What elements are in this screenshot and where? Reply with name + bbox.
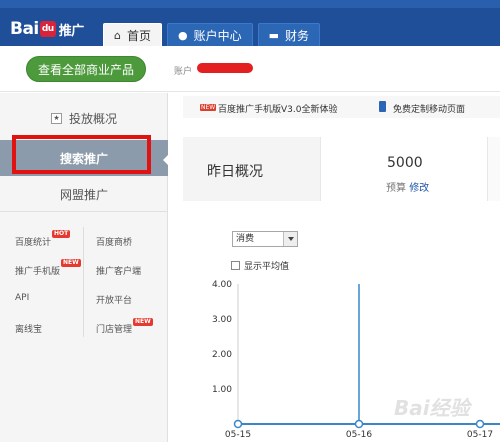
tab-label: 首页 [126, 28, 151, 43]
tab-account-center[interactable]: ● 账户中心 [167, 23, 253, 46]
tool-mobile-promotion[interactable]: 推广手机版 [15, 264, 60, 277]
active-arrow [163, 154, 169, 166]
y-tick-label: 4.00 [212, 280, 232, 290]
budget-label: 预算 修改 [386, 183, 430, 194]
edit-budget-link[interactable]: 修改 [409, 183, 429, 194]
data-point [233, 419, 243, 429]
watermark: Bai经验 [394, 396, 470, 420]
tab-finance[interactable]: ▬ 财务 [257, 23, 321, 46]
sidebar-item-label: 投放概况 [68, 111, 117, 126]
y-tick-label: 3.00 [212, 315, 232, 325]
highlight-box [12, 135, 151, 174]
user-icon: ● [178, 28, 188, 42]
tool-store-management[interactable]: 门店管理 [96, 322, 132, 335]
account-label: 账户 [174, 67, 193, 77]
x-tick-label: 05-16 [346, 430, 372, 440]
promo-bar: NEW 百度推广手机版V3.0全新体验 免费定制移动页面 [183, 96, 500, 118]
tool-promotion-client[interactable]: 推广客户端 [96, 264, 141, 277]
overview-panel: 昨日概况 5000 预算 修改 [183, 137, 500, 201]
tool-api[interactable]: API [15, 293, 29, 303]
budget-value: 5000 [387, 155, 423, 171]
tool-offline-bao[interactable]: 离线宝 [15, 322, 42, 335]
tool-baidu-stats[interactable]: 百度统计 [15, 235, 51, 248]
metric-select-value: 消费 [236, 234, 255, 244]
tab-label: 账户中心 [193, 28, 242, 43]
tab-home[interactable]: ⌂ 首页 [103, 23, 162, 46]
paw-icon: du [39, 21, 56, 37]
tool-open-platform[interactable]: 开放平台 [96, 293, 132, 306]
data-point [475, 419, 485, 429]
phone-icon [379, 101, 386, 112]
y-tick-label: 1.00 [212, 385, 232, 395]
x-tick-label: 05-15 [225, 430, 251, 440]
sidebar-item-network-promotion[interactable]: 网盟推广 [0, 176, 168, 212]
divider [83, 227, 84, 337]
star-icon: ★ [50, 112, 62, 124]
show-average-label: 显示平均值 [244, 262, 290, 272]
all-products-button[interactable]: 查看全部商业产品 [26, 56, 146, 82]
next-card-edge [487, 137, 500, 201]
account-name-redacted [197, 63, 253, 73]
card-icon: ▬ [268, 28, 280, 42]
hot-badge: HOT [52, 230, 71, 238]
y-tick-label: 2.00 [212, 350, 232, 360]
x-tick-label: 05-17 [467, 430, 493, 440]
data-point [354, 419, 364, 429]
chevron-down-icon [283, 232, 297, 246]
budget-card: 5000 预算 修改 [320, 137, 487, 201]
new-badge: NEW [61, 259, 81, 267]
mobile-v3-link[interactable]: 百度推广手机版V3.0全新体验 [218, 102, 337, 115]
sub-bar: 查看全部商业产品 账户 [0, 46, 500, 92]
overview-title: 昨日概况 [207, 164, 263, 180]
top-bar: Bai du 推广 ⌂ 首页 ● 账户中心 ▬ 财务 [0, 0, 500, 46]
tab-label: 财务 [285, 28, 310, 43]
show-average-checkbox[interactable] [231, 261, 240, 270]
sidebar-item-label: 网盟推广 [59, 187, 108, 202]
new-badge: NEW [133, 318, 153, 326]
new-tag: NEW [200, 104, 217, 111]
baidu-logo[interactable]: Bai du 推广 [10, 16, 84, 42]
sidebar-item-overview[interactable]: ★ 投放概况 [0, 100, 168, 136]
sidebar: ★ 投放概况 搜索推广 网盟推广 百度统计 HOT 百度商桥 推广手机版 NEW… [0, 93, 169, 442]
divider [0, 211, 167, 212]
metric-select[interactable]: 消费 [232, 231, 298, 247]
mobile-page-link[interactable]: 免费定制移动页面 [393, 102, 465, 115]
home-icon: ⌂ [114, 28, 121, 42]
tool-baidu-bridge[interactable]: 百度商桥 [96, 235, 132, 248]
